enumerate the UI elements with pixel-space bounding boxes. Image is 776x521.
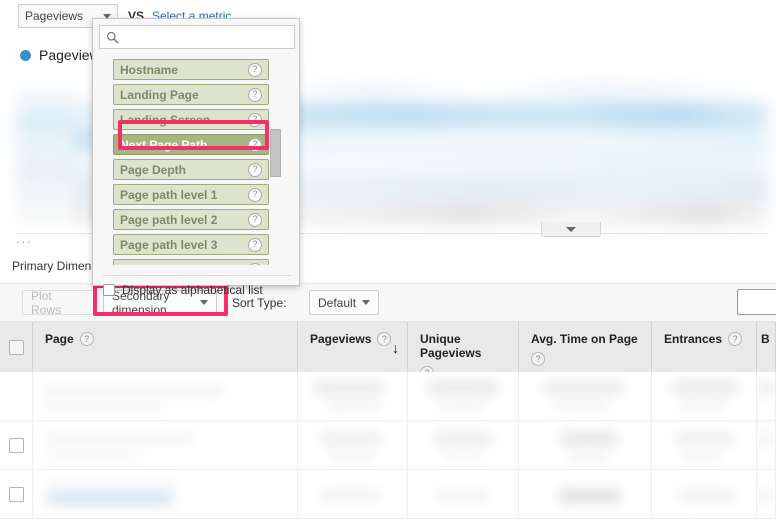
question-mark-icon[interactable]: ?: [248, 112, 262, 127]
row-cell-avg-time-on-page: [519, 470, 652, 518]
dimension-item-landing-screen[interactable]: Landing Screen ?: [113, 109, 269, 130]
row-cell-page: [33, 421, 298, 469]
plot-rows-button[interactable]: Plot Rows: [22, 288, 94, 317]
column-header-pageviews[interactable]: Pageviews ? ↓: [298, 322, 408, 372]
chevron-down-icon: [362, 300, 370, 305]
dimension-item-next-page-path[interactable]: Next Page Path ?: [113, 134, 269, 155]
dimension-item-label: Next Page Path: [120, 137, 208, 152]
question-mark-icon[interactable]: ?: [248, 62, 262, 77]
row-cell-entrances: [652, 372, 757, 420]
dimension-list[interactable]: Hostname ? Landing Page ? Landing Screen…: [113, 59, 269, 265]
select-all-cell: [0, 322, 33, 372]
dropdown-divider: [103, 275, 291, 276]
question-mark-icon[interactable]: ?: [728, 332, 743, 346]
sort-type-value: Default: [318, 295, 357, 310]
table-row[interactable]: [0, 372, 776, 421]
chevron-down-icon: [566, 226, 576, 232]
dimension-item-label: Hostname: [120, 62, 179, 77]
dimension-item-page-depth[interactable]: Page Depth ?: [113, 159, 269, 180]
column-header-unique-pageviews[interactable]: Unique Pageviews ?: [408, 322, 519, 380]
question-mark-icon[interactable]: ?: [79, 332, 94, 346]
question-mark-icon[interactable]: ?: [248, 237, 262, 252]
column-label: Pageviews: [310, 332, 372, 346]
row-select-cell: [0, 470, 33, 518]
question-mark-icon[interactable]: ?: [248, 262, 262, 265]
row-cell-bounce-rate: [757, 421, 776, 469]
dimension-item-page-path-level-2[interactable]: Page path level 2 ?: [113, 209, 269, 230]
chevron-down-icon: [200, 300, 208, 305]
search-icon: [106, 31, 119, 43]
question-mark-icon[interactable]: ?: [531, 352, 545, 366]
app-root: Pageviews VS. Select a metric Pageviews …: [0, 0, 776, 521]
row-checkbox[interactable]: [8, 486, 24, 502]
alphabetical-list-toggle[interactable]: Display as alphabetical list: [103, 283, 263, 297]
row-cell-pageviews: [298, 421, 408, 469]
column-label: Entrances: [664, 332, 723, 346]
chart-collapse-button[interactable]: [541, 222, 601, 237]
primary-dimension-label: Primary Dimensi: [12, 259, 101, 273]
sort-type-button[interactable]: Default: [309, 290, 379, 315]
legend-series-dot-icon: [20, 49, 31, 61]
dimension-item-label: Page path level 3: [120, 237, 218, 252]
column-header-page[interactable]: Page ?: [33, 322, 298, 372]
column-header-entrances[interactable]: Entrances ?: [652, 322, 757, 372]
dimension-item-page-path-level-3[interactable]: Page path level 3 ?: [113, 234, 269, 255]
table-row[interactable]: [0, 421, 776, 470]
row-cell-page: [33, 372, 298, 420]
column-label: B: [761, 332, 770, 346]
column-label: Page: [45, 332, 74, 346]
question-mark-icon[interactable]: ?: [377, 332, 392, 346]
row-select-cell: [0, 421, 33, 469]
dimension-item-page-path-level-1[interactable]: Page path level 1 ?: [113, 184, 269, 205]
question-mark-icon[interactable]: ?: [248, 212, 262, 227]
dimension-item-label: Landing Screen: [120, 112, 211, 127]
dimension-item-label: Landing Page: [120, 87, 199, 102]
table-body: [0, 372, 776, 521]
dimension-item-label: Page path level 2: [120, 212, 218, 227]
table-search-input[interactable]: [737, 289, 776, 315]
arrow-down-icon[interactable]: ↓: [392, 340, 399, 356]
row-cell-entrances: [652, 470, 757, 518]
dimension-dropdown-panel: Hostname ? Landing Page ? Landing Screen…: [92, 18, 300, 297]
dimension-list-scrollbar-thumb[interactable]: [270, 129, 281, 177]
alphabetical-list-label: Display as alphabetical list: [122, 283, 263, 297]
column-header-avg-time-on-page[interactable]: Avg. Time on Page ?: [519, 322, 652, 372]
question-mark-icon[interactable]: ?: [248, 162, 262, 177]
row-cell-pageviews: [298, 372, 408, 420]
alphabetical-list-checkbox[interactable]: [103, 284, 115, 296]
row-cell-entrances: [652, 421, 757, 469]
row-cell-avg-time-on-page: [519, 421, 652, 469]
table-header-row: Page ? Pageviews ? ↓ Unique Pageviews ?: [0, 322, 776, 380]
data-table: Page ? Pageviews ? ↓ Unique Pageviews ?: [0, 322, 776, 521]
question-mark-icon[interactable]: ?: [248, 87, 262, 102]
dimension-item-landing-page[interactable]: Landing Page ?: [113, 84, 269, 105]
row-cell-unique-pageviews: [408, 421, 519, 469]
row-cell-bounce-rate: [757, 470, 776, 518]
dimension-item-label: Page path level 1: [120, 187, 218, 202]
column-label: Avg. Time on Page: [531, 332, 638, 346]
row-cell-avg-time-on-page: [519, 372, 652, 420]
row-cell-bounce-rate: [757, 372, 776, 420]
dimension-search-input[interactable]: [123, 27, 288, 47]
table-row[interactable]: [0, 470, 776, 519]
row-select-cell: [0, 372, 33, 420]
row-checkbox[interactable]: [8, 437, 24, 453]
column-label: Unique Pageviews: [420, 332, 482, 360]
row-cell-page: [33, 470, 298, 518]
sort-type-label: Sort Type:: [232, 296, 287, 310]
row-cell-unique-pageviews: [408, 470, 519, 518]
dimension-search-wrapper[interactable]: [99, 25, 295, 49]
dimension-item-label: Page Depth: [120, 162, 187, 177]
row-cell-pageviews: [298, 470, 408, 518]
question-mark-icon[interactable]: ?: [248, 187, 262, 202]
column-header-bounce-rate[interactable]: B: [757, 322, 776, 372]
plot-rows-label: Plot Rows: [31, 288, 62, 317]
question-mark-icon[interactable]: ?: [248, 137, 262, 152]
dimension-item-hostname[interactable]: Hostname ?: [113, 59, 269, 80]
row-cell-unique-pageviews: [408, 372, 519, 420]
dimension-item-partial[interactable]: ?: [113, 259, 269, 265]
select-all-checkbox[interactable]: [8, 339, 24, 355]
